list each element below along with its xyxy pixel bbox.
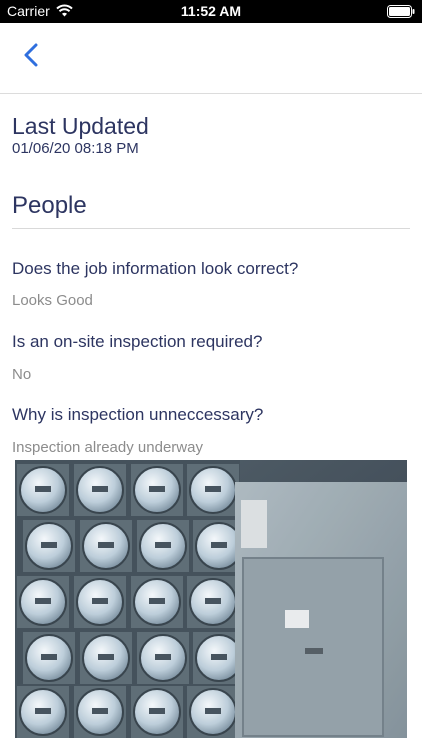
nav-bar — [0, 23, 422, 94]
question-job-info: Does the job information look correct? — [12, 259, 299, 278]
meter-photo-image — [15, 460, 407, 738]
last-updated-value: 01/06/20 08:18 PM — [12, 140, 139, 157]
back-button[interactable] — [14, 37, 50, 73]
answer-onsite-inspection: No — [12, 366, 32, 383]
last-updated-block: Last Updated 01/06/20 08:18 PM — [12, 112, 410, 158]
answer-job-info: Looks Good — [12, 292, 93, 309]
last-updated-title: Last Updated — [12, 113, 149, 139]
status-bar: Carrier 11:52 AM — [0, 0, 422, 23]
answer-inspection-reason: Inspection already underway — [12, 439, 203, 456]
question-onsite-inspection: Is an on-site inspection required? — [12, 332, 263, 351]
status-time: 11:52 AM — [180, 3, 242, 19]
chevron-left-icon — [24, 43, 38, 67]
section-title: People — [12, 192, 87, 219]
question-inspection-reason: Why is inspection unneccessary? — [12, 405, 264, 424]
battery-icon — [387, 5, 415, 18]
meter-photo[interactable] — [15, 460, 407, 738]
section-divider — [12, 228, 410, 229]
